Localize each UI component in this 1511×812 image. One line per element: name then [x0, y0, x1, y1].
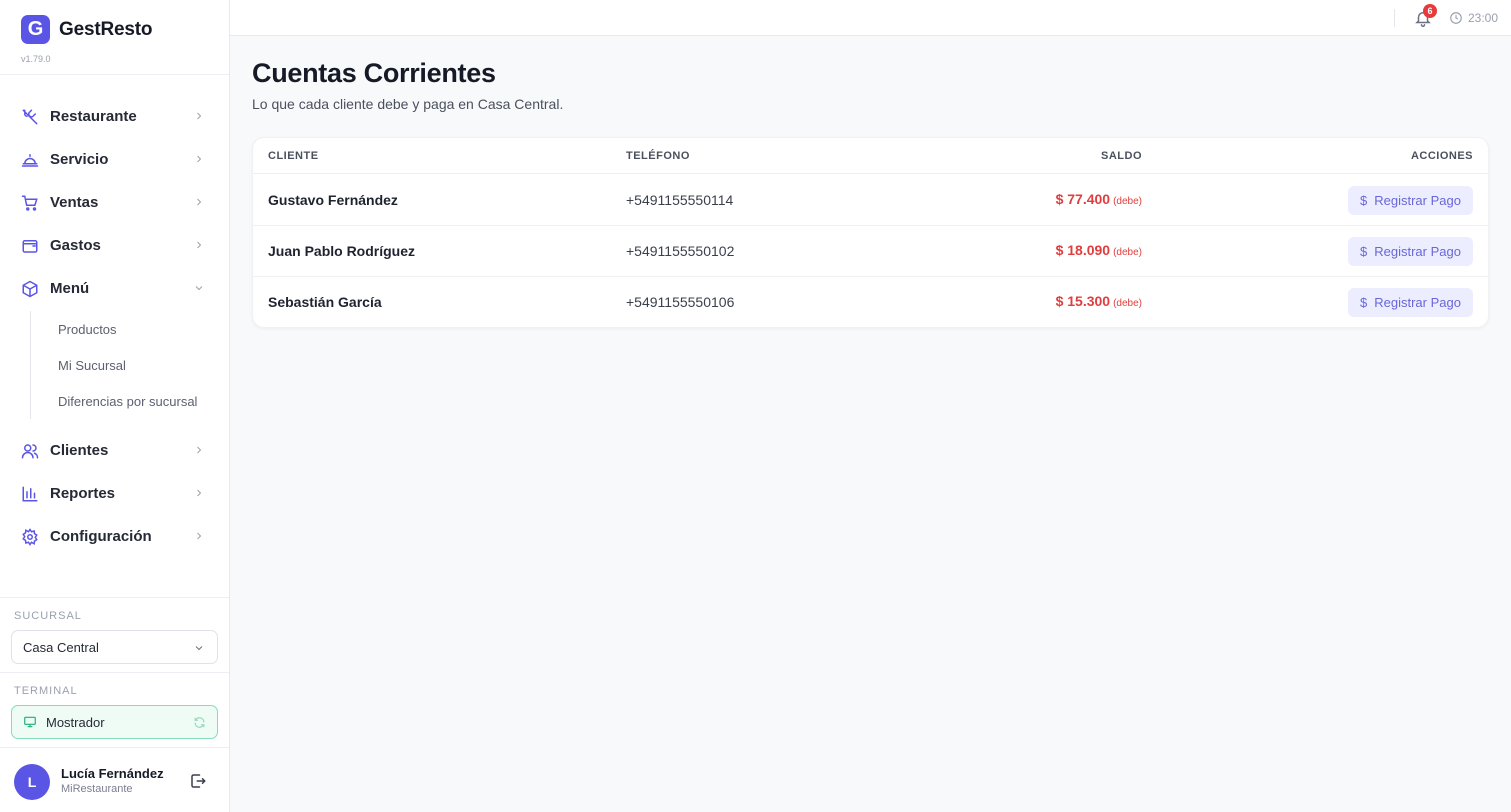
nav-label: Servicio [50, 151, 109, 168]
client-phone: +5491155550102 [626, 243, 735, 259]
terminal-select[interactable]: Mostrador [11, 705, 218, 739]
chevron-right-icon [197, 446, 202, 454]
box-icon [21, 280, 39, 298]
wallet-icon [21, 237, 39, 255]
nav-item-reportes[interactable]: Reportes [0, 472, 229, 515]
app-logo: G [21, 15, 50, 44]
client-name: Juan Pablo Rodríguez [268, 243, 416, 259]
chevron-right-icon [197, 198, 202, 206]
header-phone: TELÉFONO [626, 150, 690, 162]
nav-label: Configuración [50, 528, 152, 545]
app-name: GestResto [59, 18, 153, 40]
dollar-icon: $ [1360, 244, 1368, 259]
balance-amount: $ 18.090 [1055, 242, 1111, 258]
balance-amount: $ 15.300 [1055, 293, 1111, 309]
chevron-right-icon [197, 241, 202, 249]
register-payment-label: Registrar Pago [1374, 295, 1461, 310]
nav-label: Ventas [50, 194, 99, 211]
nav-label: Gastos [50, 237, 101, 254]
balance-status: (debe) [1113, 298, 1142, 309]
branch-select-value: Casa Central [23, 639, 99, 655]
table-row: Sebastián García +5491155550106 $ 15.300… [253, 277, 1488, 327]
header-balance: SALDO [1101, 150, 1142, 162]
balance-status: (debe) [1113, 247, 1142, 258]
dollar-icon: $ [1360, 295, 1368, 310]
topbar-divider [1394, 9, 1395, 27]
refresh-icon[interactable] [193, 716, 206, 729]
chevron-right-icon [197, 489, 202, 497]
user-name: Lucía Fernández [61, 766, 164, 781]
client-phone: +5491155550106 [626, 294, 735, 310]
branch-select[interactable]: Casa Central [11, 630, 218, 664]
branch-label: SUCURSAL [14, 610, 82, 622]
user-org: MiRestaurante [61, 783, 133, 795]
dollar-icon: $ [1360, 193, 1368, 208]
nav-item-gastos[interactable]: Gastos [0, 224, 229, 267]
top-bar: 6 23:00 [230, 0, 1511, 36]
header-client: CLIENTE [268, 150, 319, 162]
nav-item-restaurante[interactable]: Restaurante [0, 95, 229, 138]
user-profile: L Lucía Fernández MiRestaurante [0, 747, 229, 812]
gear-icon [21, 527, 39, 546]
submenu-item-mi-sucursal[interactable]: Mi Sucursal [31, 347, 229, 383]
chevron-down-icon [195, 646, 203, 651]
terminal-section: TERMINAL Mostrador [0, 672, 229, 747]
clock-icon [1450, 12, 1462, 24]
client-phone: +5491155550114 [626, 192, 734, 208]
cloche-icon [21, 151, 39, 169]
page-subtitle: Lo que cada cliente debe y paga en Casa … [252, 96, 564, 112]
client-name: Sebastián García [268, 294, 382, 310]
notification-badge: 6 [1423, 4, 1437, 18]
submenu-item-productos[interactable]: Productos [31, 311, 229, 347]
menu-submenu: Productos Mi Sucursal Diferencias por su… [30, 311, 229, 419]
terminal-label: TERMINAL [14, 685, 78, 697]
register-payment-button[interactable]: $ Registrar Pago [1348, 186, 1473, 215]
submenu-item-diferencias[interactable]: Diferencias por sucursal [31, 383, 229, 419]
register-payment-label: Registrar Pago [1374, 193, 1461, 208]
balance-amount: $ 77.400 [1055, 191, 1111, 207]
table-row: Juan Pablo Rodríguez +5491155550102 $ 18… [253, 226, 1488, 277]
branch-section: SUCURSAL Casa Central [0, 597, 229, 672]
utensils-icon [21, 108, 39, 126]
nav-label: Reportes [50, 485, 116, 502]
nav-label: Restaurante [50, 108, 137, 125]
table-row: Gustavo Fernández +5491155550114 $ 77.40… [253, 175, 1488, 226]
nav-item-configuracion[interactable]: Configuración [0, 515, 229, 558]
chevron-right-icon [197, 112, 202, 120]
nav-item-menu[interactable]: Menú [0, 267, 229, 310]
avatar: L [14, 764, 50, 800]
table-header: CLIENTE TELÉFONO SALDO ACCIONES [253, 138, 1488, 174]
chevron-right-icon [197, 155, 202, 163]
register-payment-button[interactable]: $ Registrar Pago [1348, 288, 1473, 317]
client-balance: $ 18.090 (debe) [1056, 242, 1142, 258]
client-balance: $ 15.300 (debe) [1056, 293, 1142, 309]
cart-icon [21, 194, 39, 212]
users-icon [21, 442, 39, 460]
app-version: v1.79.0 [21, 54, 51, 64]
monitor-icon [24, 716, 36, 728]
bar-chart-icon [21, 485, 39, 503]
nav-label: Clientes [50, 442, 109, 459]
register-payment-label: Registrar Pago [1374, 244, 1461, 259]
accounts-table: CLIENTE TELÉFONO SALDO ACCIONES Gustavo … [252, 137, 1489, 328]
nav-item-clientes[interactable]: Clientes [0, 429, 229, 472]
client-name: Gustavo Fernández [268, 192, 398, 208]
terminal-value: Mostrador [46, 714, 105, 730]
brand-header: G GestResto v1.79.0 [0, 0, 229, 75]
balance-status: (debe) [1113, 196, 1142, 207]
logout-icon[interactable] [189, 772, 207, 790]
current-time: 23:00 [1468, 11, 1499, 25]
page-title: Cuentas Corrientes [252, 58, 496, 88]
header-actions: ACCIONES [1410, 150, 1473, 162]
nav-item-servicio[interactable]: Servicio [0, 138, 229, 181]
chevron-right-icon [197, 532, 202, 540]
nav-label: Menú [50, 280, 90, 297]
sidebar: G GestResto v1.79.0 Restaurante Servicio… [0, 0, 230, 812]
nav-item-ventas[interactable]: Ventas [0, 181, 229, 224]
chevron-down-icon [195, 286, 203, 291]
client-balance: $ 77.400 (debe) [1056, 191, 1142, 207]
register-payment-button[interactable]: $ Registrar Pago [1348, 237, 1473, 266]
